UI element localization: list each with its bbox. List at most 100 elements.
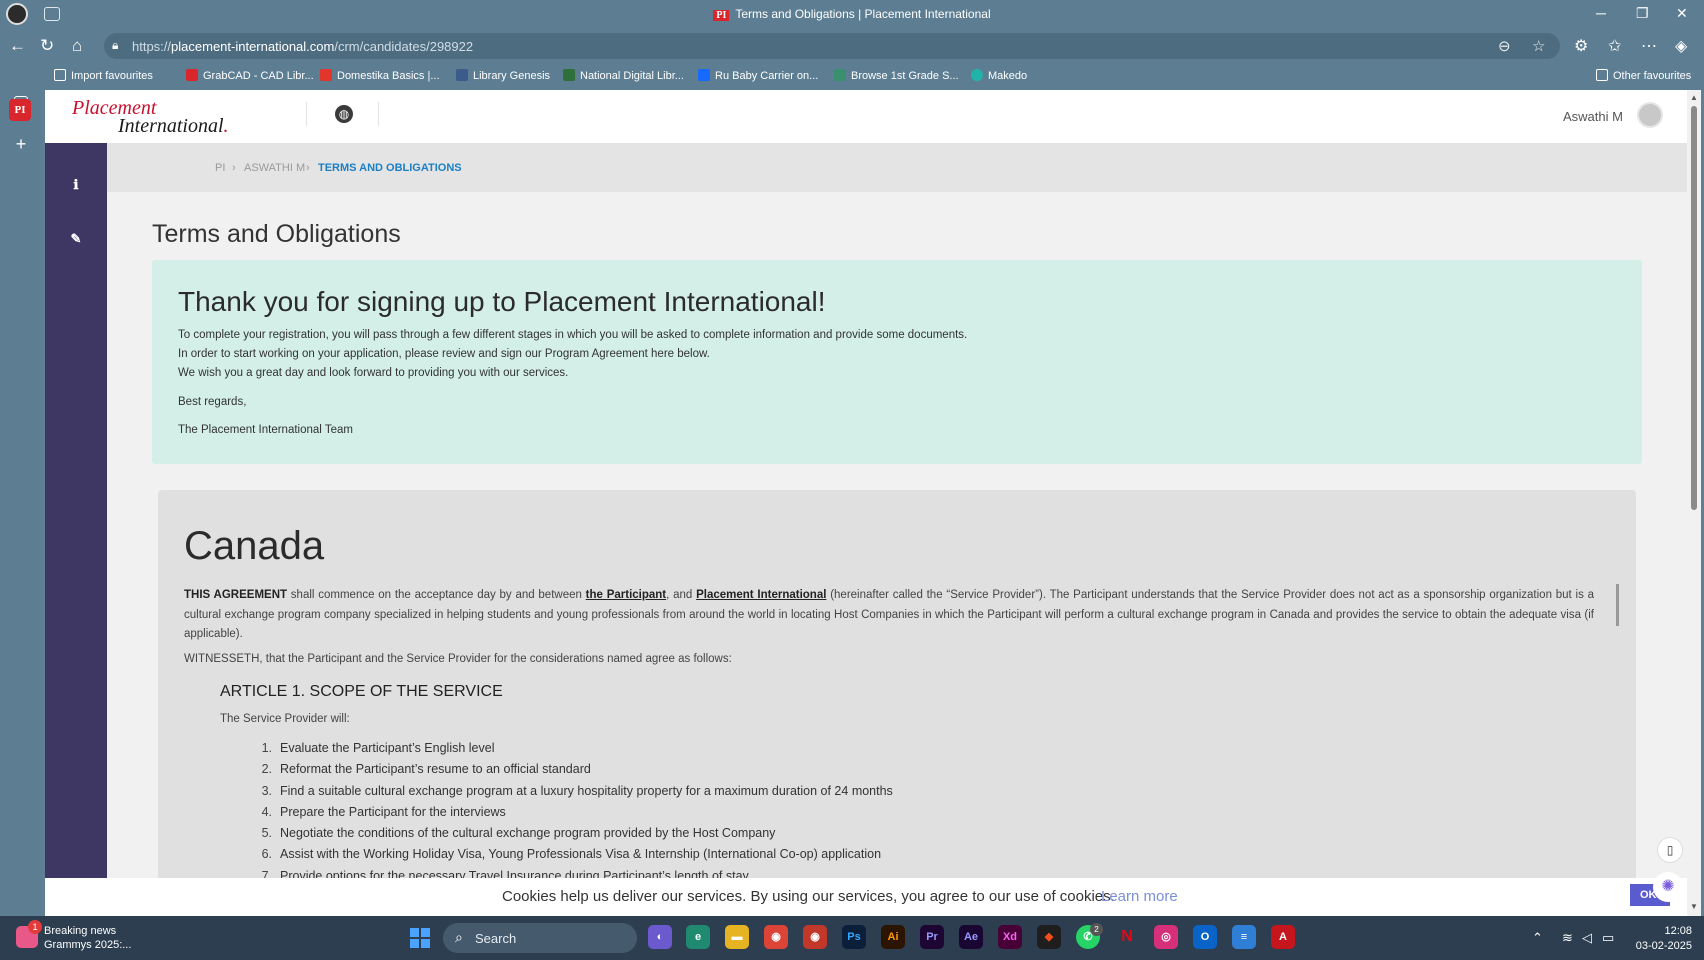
welcome-signature: The Placement International Team	[178, 424, 353, 436]
bookmark-browse-1st-grade[interactable]: Browse 1st Grade S...	[834, 69, 959, 82]
file-explorer-icon[interactable]: ▬	[725, 925, 749, 949]
edge-app-icon[interactable]: e	[686, 925, 710, 949]
chrome-profile-icon[interactable]: ◉	[803, 925, 827, 949]
scroll-down-icon[interactable]: ▼	[1690, 902, 1698, 911]
restore-icon[interactable]: ❐	[1636, 5, 1649, 22]
address-bar-row: ← ↻ ⌂ 🔒︎ https://placement-international…	[0, 30, 1704, 62]
web-page: Placement International. ◍ Aswathi M ℹ ✎…	[45, 90, 1687, 916]
url-field[interactable]: 🔒︎ https://placement-international.com/c…	[104, 33, 1560, 59]
news-text: Breaking news Grammys 2025:...	[44, 925, 132, 951]
copilot-icon[interactable]: ◈	[1675, 36, 1687, 56]
copilot-floating-icon[interactable]: ✺	[1653, 872, 1683, 902]
clock-time: 12:08	[1664, 925, 1692, 937]
premiere-icon[interactable]: Pr	[920, 925, 944, 949]
agreement-country-heading: Canada	[184, 524, 325, 568]
welcome-line-1: To complete your registration, you will …	[178, 329, 968, 341]
favorites-icon[interactable]: ✩	[1608, 36, 1621, 56]
reading-view-icon[interactable]: ▯	[1657, 837, 1683, 863]
breadcrumb: PI › ASWATHI M › TERMS AND OBLIGATIONS	[107, 143, 1687, 192]
welcome-line-2: In order to start working on your applic…	[178, 348, 710, 360]
tag-icon	[834, 69, 846, 81]
tray-overflow-icon[interactable]: ⌃	[1532, 930, 1543, 946]
cookie-text: Cookies help us deliver our services. By…	[502, 888, 1115, 905]
acrobat-icon[interactable]: A	[1271, 925, 1295, 949]
site-logo[interactable]: Placement International.	[72, 98, 229, 137]
avatar[interactable]	[1637, 102, 1663, 128]
learn-more-link[interactable]: Learn more	[1101, 888, 1178, 905]
new-tab-icon[interactable]: +	[11, 134, 31, 154]
extensions-icon[interactable]: ⚙	[1574, 36, 1588, 56]
logo-line-2: International.	[118, 115, 229, 137]
breadcrumb-candidate[interactable]: ASWATHI M	[244, 162, 305, 174]
taskbar-search[interactable]: ⌕ Search	[443, 923, 637, 953]
bookmarks-bar: Import favourites GrabCAD - CAD Libr... …	[0, 62, 1704, 90]
window-title: PI Terms and Obligations | Placement Inte…	[0, 7, 1704, 21]
bookmark-import-favourites[interactable]: Import favourites	[54, 69, 153, 82]
info-icon[interactable]: ℹ	[45, 177, 107, 193]
makedo-icon	[971, 69, 983, 81]
refresh-icon[interactable]: ↻	[40, 36, 54, 56]
scroll-up-icon[interactable]: ▲	[1690, 93, 1698, 102]
figma-icon[interactable]: ◆	[1037, 925, 1061, 949]
whatsapp-badge: 2	[1090, 923, 1103, 936]
illustrator-icon[interactable]: Ai	[881, 925, 905, 949]
bookmark-other-favourites[interactable]: Other favourites	[1596, 69, 1691, 82]
clock[interactable]: 12:08 03-02-2025	[1630, 924, 1692, 954]
lock-icon[interactable]: 🔒︎	[112, 38, 118, 53]
favorite-star-icon[interactable]: ☆	[1532, 37, 1545, 55]
reader-mode-icon[interactable]: ⊖	[1498, 37, 1511, 55]
browser-title-bar: PI Terms and Obligations | Placement Inte…	[0, 0, 1704, 30]
page-scrollbar[interactable]: ▲ ▼	[1687, 90, 1701, 916]
list-item: 5. Negotiate the conditions of the cultur…	[261, 826, 776, 841]
pin-icon[interactable]: ✎	[45, 231, 107, 247]
instagram-icon[interactable]: ◎	[1154, 925, 1178, 949]
scrollbar-thumb[interactable]	[1691, 106, 1697, 510]
bookmark-library-genesis[interactable]: Library Genesis	[456, 69, 550, 82]
url-text[interactable]: https://placement-international.com/crm/…	[132, 39, 473, 54]
globe-icon[interactable]: ◍	[335, 105, 353, 123]
bookmark-ru-baby-carrier[interactable]: Ru Baby Carrier on...	[698, 69, 818, 82]
site-header: Placement International. ◍ Aswathi M	[45, 90, 1687, 143]
bookmark-grabcad[interactable]: GrabCAD - CAD Libr...	[186, 69, 314, 82]
service-list: 1. Evaluate the Participant’s English lev…	[256, 738, 893, 887]
participant-link[interactable]: the Participant	[586, 589, 666, 601]
ndl-icon	[563, 69, 575, 81]
breadcrumb-root[interactable]: PI	[215, 162, 225, 174]
header-divider	[306, 102, 307, 126]
minimize-icon[interactable]: ─	[1596, 5, 1606, 21]
library-genesis-icon	[456, 69, 468, 81]
close-icon[interactable]: ✕	[1676, 5, 1688, 22]
breadcrumb-current: TERMS AND OBLIGATIONS	[318, 162, 462, 174]
active-tab-favicon-icon[interactable]: PI	[9, 99, 31, 121]
article-1-title: ARTICLE 1. SCOPE OF THE SERVICE	[220, 683, 503, 700]
list-item: 2. Reformat the Participant’s resume to a…	[261, 762, 591, 777]
copilot-app-icon[interactable]: ◐	[648, 925, 672, 949]
volume-icon[interactable]: ◁	[1582, 930, 1592, 946]
cookie-banner: Cookies help us deliver our services. By…	[45, 878, 1687, 916]
wifi-icon[interactable]: ≋	[1562, 930, 1573, 946]
bookmark-domestika[interactable]: Domestika Basics |...	[320, 69, 440, 82]
bookmark-national-digital-library[interactable]: National Digital Libr...	[563, 69, 684, 82]
grabcad-icon	[186, 69, 198, 81]
battery-icon[interactable]: ▭	[1602, 930, 1614, 946]
folder-icon	[1596, 69, 1608, 81]
netflix-icon[interactable]: N	[1115, 925, 1139, 949]
page-title: Terms and Obligations	[152, 220, 401, 248]
after-effects-icon[interactable]: Ae	[959, 925, 983, 949]
outlook-icon[interactable]: O	[1193, 925, 1217, 949]
back-icon[interactable]: ←	[9, 36, 26, 56]
welcome-panel: Thank you for signing up to Placement In…	[152, 260, 1642, 464]
bookmark-makedo[interactable]: Makedo	[971, 69, 1027, 82]
xd-icon[interactable]: Xd	[998, 925, 1022, 949]
side-navigation: ℹ ✎	[45, 143, 107, 916]
more-menu-icon[interactable]: ⋯	[1641, 36, 1657, 56]
chrome-app-icon[interactable]: ◉	[764, 925, 788, 949]
agreement-intro: THIS AGREEMENT shall commence on the acc…	[184, 589, 1594, 640]
service-provider-link[interactable]: Placement International	[696, 589, 826, 601]
user-name[interactable]: Aswathi M	[1563, 109, 1623, 124]
notepad-icon[interactable]: ≡	[1232, 925, 1256, 949]
start-button[interactable]	[410, 928, 430, 948]
home-icon[interactable]: ⌂	[72, 36, 82, 56]
news-badge: 1	[28, 920, 42, 934]
photoshop-icon[interactable]: Ps	[842, 925, 866, 949]
